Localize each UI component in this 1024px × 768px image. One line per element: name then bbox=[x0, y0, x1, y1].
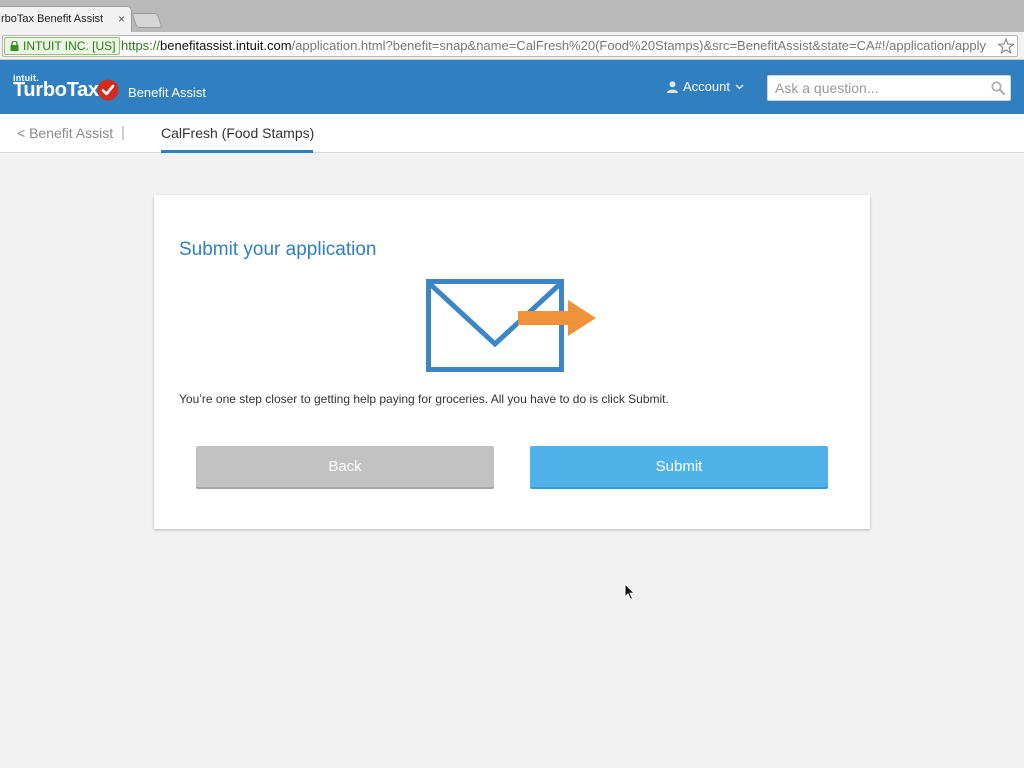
tab-calfresh[interactable]: CalFresh (Food Stamps) bbox=[161, 125, 314, 153]
search-input[interactable] bbox=[768, 76, 982, 100]
browser-tab-title: rboTax Benefit Assist bbox=[1, 13, 104, 25]
chevron-down-icon bbox=[735, 84, 744, 89]
submit-button[interactable]: Submit bbox=[530, 446, 828, 487]
browser-tabstrip: rboTax Benefit Assist × bbox=[0, 0, 1024, 32]
url-host: benefitassist.intuit.com bbox=[160, 38, 292, 53]
instruction-text: You’re one step closer to getting help p… bbox=[179, 392, 669, 406]
page-title: Submit your application bbox=[179, 239, 377, 260]
user-icon bbox=[667, 80, 678, 93]
product-name: Benefit Assist bbox=[128, 85, 207, 100]
app-header: intuit. TurboTax Benefit Assist Account bbox=[0, 60, 1024, 114]
address-bar[interactable]: INTUIT INC. [US] https://benefitassist.i… bbox=[2, 35, 1018, 57]
ev-certificate-badge[interactable]: INTUIT INC. [US] bbox=[4, 37, 121, 55]
mouse-cursor-icon bbox=[624, 583, 636, 601]
nav-separator: | bbox=[121, 124, 125, 141]
url-scheme: https:// bbox=[121, 38, 161, 53]
ev-certificate-label: INTUIT INC. [US] bbox=[23, 39, 116, 53]
benefit-assist-back-link[interactable]: < Benefit Assist bbox=[17, 125, 113, 141]
bookmark-star-icon[interactable] bbox=[997, 37, 1015, 55]
turbotax-label: TurboTax bbox=[13, 79, 99, 101]
search-box bbox=[767, 75, 1011, 101]
lock-icon bbox=[10, 41, 19, 51]
url-path: /application.html?benefit=snap&name=CalF… bbox=[291, 38, 986, 53]
sub-navigation: < Benefit Assist | CalFresh (Food Stamps… bbox=[0, 114, 1024, 153]
checkmark-icon bbox=[97, 79, 119, 101]
browser-tab[interactable]: rboTax Benefit Assist × bbox=[0, 6, 132, 32]
envelope-send-icon bbox=[426, 279, 596, 372]
new-tab-button[interactable] bbox=[131, 13, 163, 28]
browser-toolbar: INTUIT INC. [US] https://benefitassist.i… bbox=[0, 32, 1024, 60]
tab-close-icon[interactable]: × bbox=[118, 7, 125, 31]
search-icon[interactable] bbox=[991, 81, 1005, 95]
submit-application-card: Submit your application You’re one step … bbox=[154, 195, 870, 529]
account-label: Account bbox=[683, 79, 730, 94]
url-text[interactable]: https://benefitassist.intuit.com/applica… bbox=[121, 36, 986, 56]
account-menu[interactable]: Account bbox=[667, 79, 744, 94]
back-button[interactable]: Back bbox=[196, 446, 494, 487]
